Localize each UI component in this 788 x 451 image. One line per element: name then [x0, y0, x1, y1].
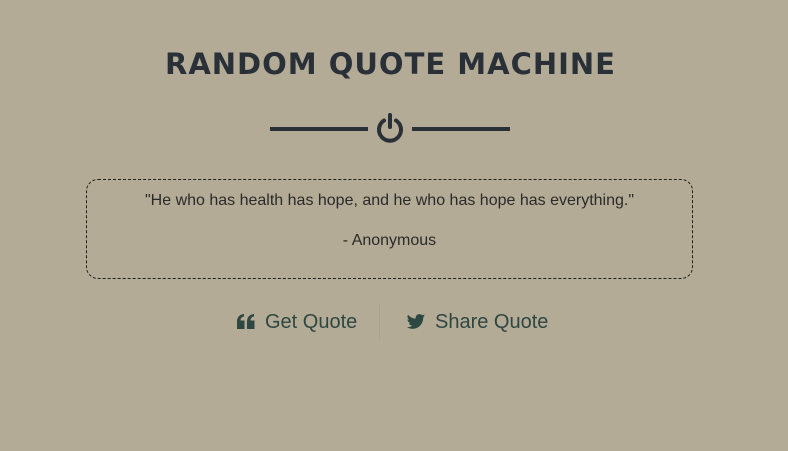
page-title: RANDOM QUOTE MACHINE — [165, 47, 616, 81]
quote-box: "He who has health has hope, and he who … — [86, 179, 693, 279]
button-separator — [379, 303, 380, 341]
get-quote-label: Get Quote — [265, 310, 358, 333]
power-icon — [377, 113, 403, 143]
get-quote-button[interactable]: Get Quote — [236, 306, 357, 338]
twitter-icon — [406, 314, 426, 329]
quote-left-icon — [237, 314, 255, 329]
divider-line-right — [412, 127, 510, 131]
title-divider — [270, 110, 512, 146]
share-quote-button[interactable]: Share Quote — [406, 306, 548, 338]
share-quote-label: Share Quote — [435, 310, 549, 333]
divider-line-left — [270, 127, 368, 131]
quote-author: - Anonymous — [342, 232, 437, 249]
quote-text: "He who has health has hope, and he who … — [144, 192, 635, 209]
